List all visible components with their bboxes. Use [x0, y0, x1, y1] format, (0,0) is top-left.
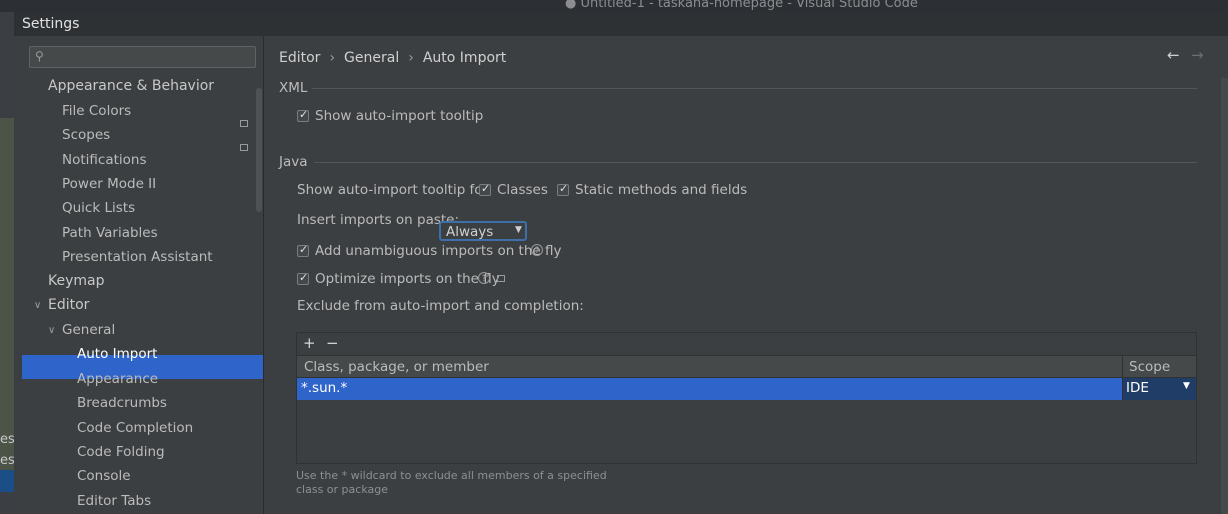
column-divider[interactable]	[1122, 356, 1123, 379]
tree-item-appearance[interactable]: Appearance	[77, 367, 158, 391]
tree-item-code-folding[interactable]: Code Folding	[77, 440, 165, 464]
search-icon: ⚲	[35, 49, 44, 63]
xml-show-tooltip-checkbox[interactable]	[297, 108, 309, 122]
static-methods-label[interactable]: Static methods and fields	[575, 182, 747, 198]
column-header-scope[interactable]: Scope	[1129, 359, 1170, 375]
table-cell-member[interactable]: *.sun.*	[301, 380, 347, 396]
classes-checkbox[interactable]	[479, 182, 491, 196]
tree-item-scopes[interactable]: Scopes	[62, 123, 110, 147]
search-input[interactable]: ⚲	[29, 46, 256, 68]
tree-item-keymap[interactable]: Keymap	[48, 269, 105, 293]
tooltip-for-label: Show auto-import tooltip for:	[297, 182, 493, 198]
tree-item-appearance-behavior[interactable]: Appearance & Behavior	[48, 74, 214, 98]
remove-icon[interactable]: −	[326, 334, 339, 352]
wildcard-hint: Use the * wildcard to exclude all member…	[296, 469, 607, 496]
project-level-icon	[240, 120, 248, 127]
content-scrollbar-track[interactable]	[1221, 78, 1228, 514]
breadcrumb-editor[interactable]: Editor	[279, 50, 320, 66]
chevron-down-icon[interactable]: ∨	[48, 325, 55, 336]
tree-item-breadcrumbs[interactable]: Breadcrumbs	[77, 391, 167, 415]
breadcrumb-general[interactable]: General	[344, 50, 399, 66]
sidebar-scrollbar[interactable]	[256, 88, 262, 212]
breadcrumb: Editor › General › Auto Import	[279, 50, 506, 66]
insert-on-paste-value: Always	[446, 224, 494, 240]
tree-item-notifications[interactable]: Notifications	[62, 148, 147, 172]
breadcrumb-separator-icon: ›	[408, 50, 414, 66]
tree-item-path-variables[interactable]: Path Variables	[62, 221, 158, 245]
exclude-label: Exclude from auto-import and completion:	[297, 298, 584, 314]
add-icon[interactable]: +	[303, 334, 316, 352]
help-icon[interactable]: ?	[478, 272, 490, 284]
tree-item-file-colors[interactable]: File Colors	[62, 99, 131, 123]
tree-item-code-completion[interactable]: Code Completion	[77, 416, 193, 440]
table-row[interactable]: *.sun.* IDE ▼	[297, 378, 1196, 400]
scope-value: IDE	[1126, 380, 1149, 396]
xml-show-tooltip-label[interactable]: Show auto-import tooltip	[315, 108, 483, 124]
optimize-imports-label[interactable]: Optimize imports on the fly	[315, 271, 500, 287]
static-methods-checkbox[interactable]	[557, 182, 569, 196]
tree-item-console[interactable]: Console	[77, 464, 131, 488]
column-header-member[interactable]: Class, package, or member	[304, 359, 489, 375]
dialog-title: Settings	[22, 16, 80, 32]
table-header: Class, package, or member Scope	[297, 355, 1196, 379]
scope-select[interactable]: IDE ▼	[1122, 378, 1196, 400]
add-unambiguous-checkbox[interactable]	[297, 243, 309, 257]
tree-item-auto-import[interactable]: Auto Import	[77, 342, 157, 366]
help-icon[interactable]: ?	[531, 244, 543, 256]
tree-item-power-mode[interactable]: Power Mode II	[62, 172, 156, 196]
breadcrumb-separator-icon: ›	[329, 50, 336, 66]
insert-on-paste-label: Insert imports on paste:	[297, 212, 460, 228]
forward-arrow-icon[interactable]: →	[1191, 46, 1204, 64]
settings-content: Editor › General › Auto Import ← → XML Show …	[264, 36, 1228, 514]
tree-item-general[interactable]: General	[62, 318, 115, 342]
project-level-icon	[240, 144, 248, 151]
vscode-window-title: ● Untitled-1 - taskana-homepage - Visual…	[565, 0, 918, 11]
section-divider	[312, 88, 1197, 89]
section-title-java: Java	[279, 154, 308, 170]
dialog-titlebar[interactable]: Settings	[14, 12, 1228, 36]
back-arrow-icon[interactable]: ←	[1167, 46, 1180, 64]
classes-label[interactable]: Classes	[497, 182, 548, 198]
tree-item-quick-lists[interactable]: Quick Lists	[62, 196, 135, 220]
settings-dialog: Settings ⚲ Appearance & Behavior File Co…	[14, 12, 1228, 514]
tree-item-presentation-assistant[interactable]: Presentation Assistant	[62, 245, 213, 269]
vscode-titlebar: ● Untitled-1 - taskana-homepage - Visual…	[0, 0, 1228, 12]
dropdown-arrow-icon: ▼	[1183, 381, 1190, 391]
tree-item-editor-tabs[interactable]: Editor Tabs	[77, 489, 151, 513]
tree-item-editor[interactable]: Editor	[48, 293, 89, 317]
project-level-icon	[497, 275, 505, 282]
section-title-xml: XML	[279, 80, 308, 96]
chevron-down-icon[interactable]: ∨	[34, 300, 41, 311]
section-divider	[314, 162, 1197, 163]
dropdown-arrow-icon: ▼	[515, 225, 522, 235]
insert-on-paste-select[interactable]: Always ▼	[439, 221, 527, 241]
exclude-table: + − Class, package, or member Scope *.su…	[296, 332, 1197, 464]
optimize-imports-checkbox[interactable]	[297, 271, 309, 285]
table-toolbar: + −	[297, 333, 1196, 355]
breadcrumb-auto-import: Auto Import	[422, 50, 507, 66]
settings-sidebar: ⚲ Appearance & Behavior File Colors Scop…	[22, 36, 263, 514]
add-unambiguous-label[interactable]: Add unambiguous imports on the fly	[315, 243, 562, 259]
